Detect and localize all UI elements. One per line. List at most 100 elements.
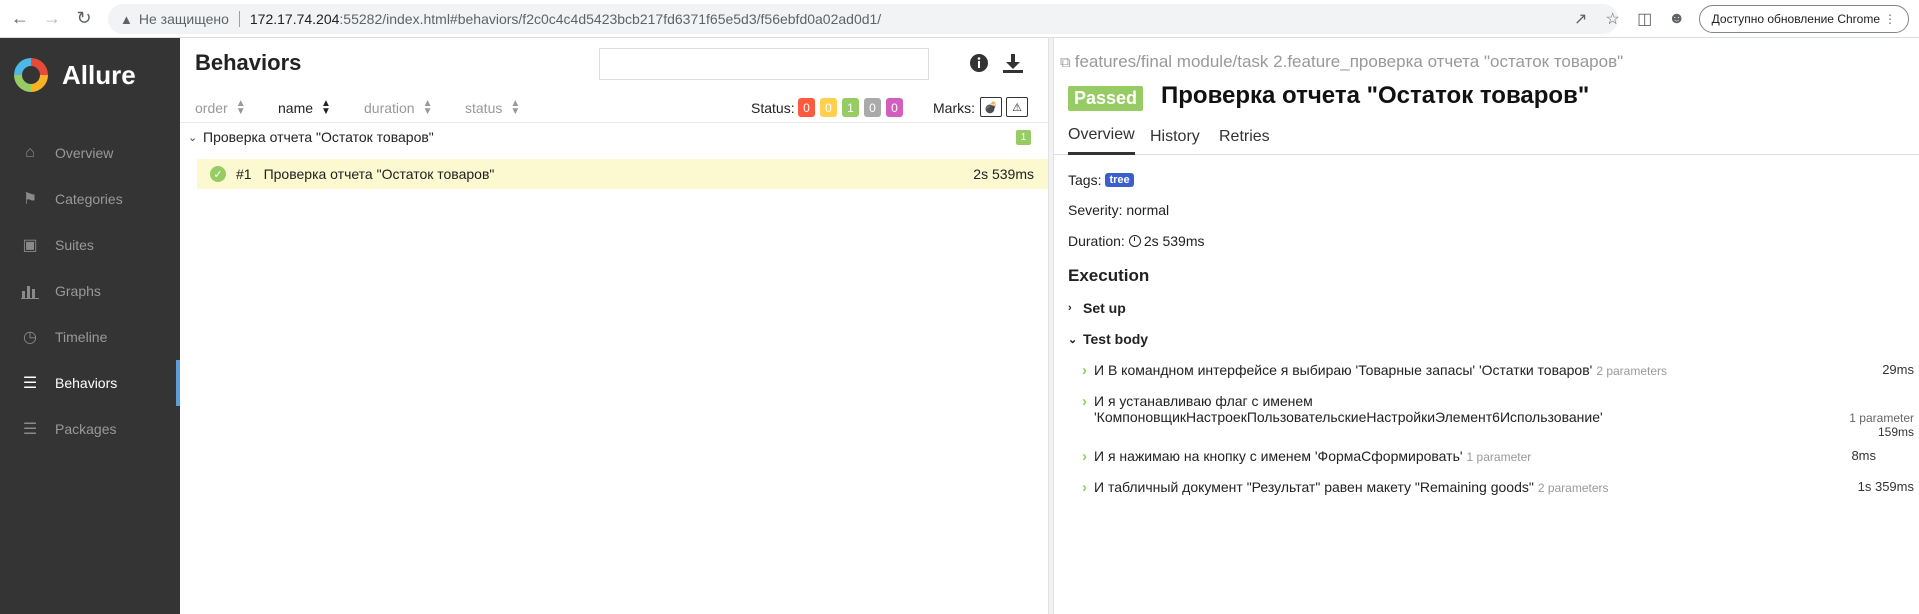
bookmark-star-icon[interactable]: ☆ xyxy=(1599,5,1627,33)
sidebar-item-suites[interactable]: ▣ Suites xyxy=(0,222,180,268)
tab-retries[interactable]: Retries xyxy=(1219,118,1270,155)
insecure-label: Не защищено xyxy=(138,11,229,27)
chrome-update-button[interactable]: Доступно обновление Chrome ⋮ xyxy=(1698,5,1909,33)
chevron-right-icon: › xyxy=(1068,302,1072,314)
setup-section[interactable]: › Set up xyxy=(1068,300,1126,316)
setup-label: Set up xyxy=(1083,300,1126,316)
flaky-mark-icon[interactable]: 💣 xyxy=(980,97,1002,117)
share-icon[interactable]: ↗ xyxy=(1567,5,1595,33)
sort-label: status xyxy=(465,100,503,116)
sidebar: Allure ⌂ Overview ⚑ Categories ▣ Suites … xyxy=(0,38,180,614)
step-row[interactable]: › И я нажимаю на кнопку с именем 'ФормаС… xyxy=(1082,448,1914,468)
sort-name[interactable]: name ▲ ▼ xyxy=(278,93,331,123)
url-text[interactable]: 172.17.74.204:55282/index.html#behaviors… xyxy=(250,11,881,27)
chevron-down-icon: ⌄ xyxy=(1068,333,1078,346)
status-count-badge[interactable]: 0 xyxy=(798,98,815,117)
duration-field: Duration: 2s 539ms xyxy=(1068,233,1205,249)
status-count-badge[interactable]: 0 xyxy=(864,98,881,117)
sidebar-item-label: Suites xyxy=(55,237,94,253)
sort-label: name xyxy=(278,100,314,116)
address-bar[interactable]: ▲ Не защищено 172.17.74.204:55282/index.… xyxy=(108,4,1618,34)
brand[interactable]: Allure xyxy=(14,58,136,92)
step-duration: 8ms xyxy=(1851,448,1876,463)
detail-tabs: Overview History Retries xyxy=(1054,118,1919,155)
step-label: И я нажимаю на кнопку с именем 'ФормаСфо… xyxy=(1094,448,1463,464)
omnibox-separator xyxy=(238,11,240,27)
chevron-right-icon: › xyxy=(1082,393,1087,410)
sort-duration[interactable]: duration ▲ ▼ xyxy=(364,93,433,123)
side-panel-icon[interactable]: ◫ xyxy=(1631,5,1659,33)
allure-logo-icon xyxy=(14,58,48,92)
step-row[interactable]: › И табличный документ "Результат" равен… xyxy=(1082,479,1914,499)
warning-mark-icon[interactable]: ⚠ xyxy=(1006,97,1028,117)
more-icon: ⋮ xyxy=(1884,12,1896,26)
back-icon[interactable]: ← xyxy=(8,7,32,31)
step-label: И я устанавливаю флаг с именем xyxy=(1094,393,1313,409)
step-text: И В командном интерфейсе я выбираю 'Това… xyxy=(1094,362,1667,378)
sort-label: duration xyxy=(364,100,415,116)
duration-value: 2s 539ms xyxy=(1143,233,1205,249)
info-icon[interactable] xyxy=(966,50,992,76)
sidebar-item-behaviors[interactable]: ☰ Behaviors xyxy=(0,360,180,406)
search-input[interactable] xyxy=(599,48,929,80)
step-duration: 29ms xyxy=(1882,362,1914,377)
test-details-pane: ⧉ features/final module/task 2.feature_п… xyxy=(1054,38,1919,614)
status-filter-label: Status: xyxy=(751,100,795,116)
status-badge: Passed xyxy=(1068,86,1144,111)
marks-filter-label: Marks: xyxy=(933,100,975,116)
chevron-right-icon: › xyxy=(1082,479,1087,496)
sort-status[interactable]: status ▲ ▼ xyxy=(465,93,520,123)
test-title: Проверка отчета "Остаток товаров" xyxy=(1161,82,1590,109)
sort-icon: ▲ ▼ xyxy=(510,98,521,117)
home-icon: ⌂ xyxy=(25,144,35,161)
sidebar-item-categories[interactable]: ⚑ Categories xyxy=(0,176,180,222)
chevron-right-icon: › xyxy=(1082,448,1087,465)
step-params: 1 parameter xyxy=(1466,450,1532,464)
chrome-update-label: Доступно обновление Chrome xyxy=(1711,12,1880,26)
sidebar-item-graphs[interactable]: Graphs xyxy=(0,268,180,314)
tab-history[interactable]: History xyxy=(1150,118,1200,155)
group-label: Проверка отчета "Остаток товаров" xyxy=(203,129,434,145)
step-row[interactable]: › И я устанавливаю флаг с именем 'Компоно… xyxy=(1082,393,1914,439)
reload-icon[interactable]: ↻ xyxy=(72,7,96,31)
chevron-right-icon: › xyxy=(1082,362,1087,379)
briefcase-icon: ▣ xyxy=(22,237,38,254)
test-body-label: Test body xyxy=(1083,331,1149,347)
copy-icon[interactable]: ⧉ xyxy=(1060,54,1071,71)
sidebar-item-overview[interactable]: ⌂ Overview xyxy=(0,130,180,176)
severity-field: Severity: normal xyxy=(1068,202,1170,218)
warning-icon[interactable]: ▲ xyxy=(120,12,133,27)
browser-toolbar: ← → ↻ ▲ Не защищено 172.17.74.204:55282/… xyxy=(0,0,1919,38)
sort-order[interactable]: order ▲ ▼ xyxy=(195,93,246,123)
sidebar-item-label: Overview xyxy=(55,145,114,161)
test-row[interactable]: ✓ #1 Проверка отчета "Остаток товаров" 2… xyxy=(197,159,1048,189)
profile-avatar-icon[interactable]: ☻ xyxy=(1663,5,1691,33)
tab-overview[interactable]: Overview xyxy=(1068,118,1135,155)
status-count-badge[interactable]: 0 xyxy=(886,98,903,117)
step-label: И В командном интерфейсе я выбираю 'Това… xyxy=(1094,362,1593,378)
sort-label: order xyxy=(195,100,228,116)
status-count-badge[interactable]: 0 xyxy=(820,98,837,117)
step-params: 2 parameters xyxy=(1537,481,1609,495)
test-body-section[interactable]: ⌄ Test body xyxy=(1068,331,1148,347)
step-meta: 1 parameter 159ms xyxy=(1845,411,1914,439)
step-params: 1 parameter xyxy=(1849,411,1914,425)
chevron-down-icon: ⌄ xyxy=(188,131,198,144)
download-icon[interactable] xyxy=(1000,50,1026,76)
tags-field: Tags: tree xyxy=(1068,172,1134,188)
sidebar-item-packages[interactable]: ☰ Packages xyxy=(0,406,180,452)
sidebar-item-label: Behaviors xyxy=(55,375,118,391)
step-label: И табличный документ "Результат" равен м… xyxy=(1094,479,1534,495)
sidebar-item-timeline[interactable]: ◷ Timeline xyxy=(0,314,180,360)
url-host: 172.17.74.204 xyxy=(249,11,340,27)
tree-group-row[interactable]: ⌄ Проверка отчета "Остаток товаров" 1 xyxy=(180,124,1048,150)
forward-icon[interactable]: → xyxy=(40,7,64,31)
step-text: И табличный документ "Результат" равен м… xyxy=(1094,479,1609,495)
test-name: Проверка отчета "Остаток товаров" xyxy=(263,166,495,182)
status-count-badge[interactable]: 1 xyxy=(842,98,859,117)
flag-icon: ⚑ xyxy=(22,191,38,208)
breadcrumb: ⧉ features/final module/task 2.feature_п… xyxy=(1060,52,1623,72)
behaviors-pane: Behaviors order ▲ ▼ name ▲ ▼ duration ▲ ▼ stat… xyxy=(180,38,1048,614)
step-row[interactable]: › И В командном интерфейсе я выбираю 'То… xyxy=(1082,362,1914,382)
tag-badge: tree xyxy=(1105,173,1134,187)
